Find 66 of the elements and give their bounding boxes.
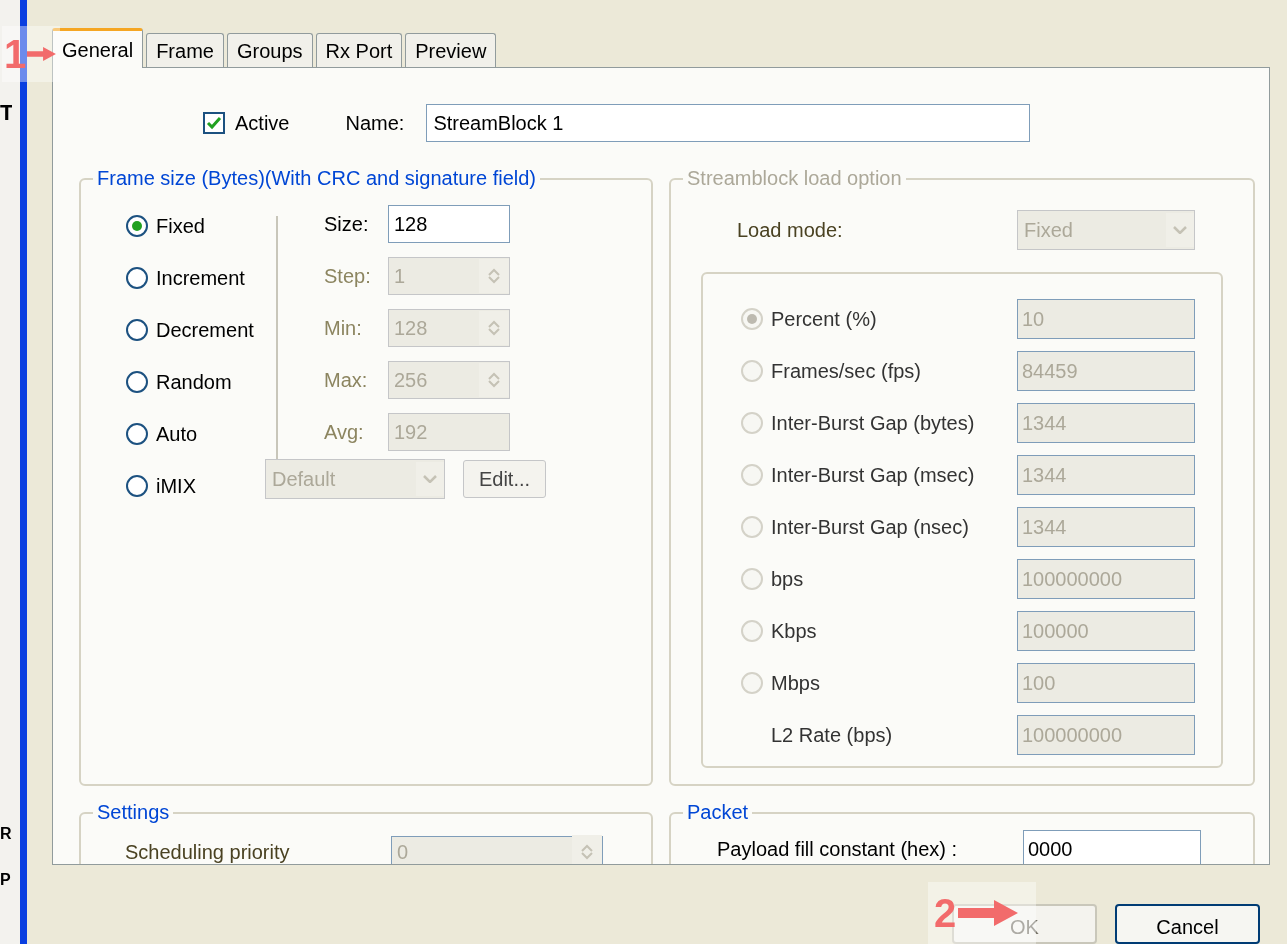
field-value: 100 xyxy=(1022,671,1056,697)
dropdown-value: Default xyxy=(271,467,337,493)
checkbox-label: Active xyxy=(235,111,290,137)
field-label: Min: xyxy=(324,316,363,342)
rate-field[interactable]: 100000000 xyxy=(1017,715,1195,756)
field-value: 128 xyxy=(393,212,429,238)
tab[interactable]: Frame xyxy=(146,33,224,68)
radio-label: bps xyxy=(771,567,804,593)
radio-label: Auto xyxy=(156,422,198,448)
tab[interactable]: Rx Port xyxy=(315,33,403,68)
field-label: Scheduling priority xyxy=(125,840,291,864)
radio-label: Frames/sec (fps) xyxy=(771,359,922,385)
rate-field[interactable]: 10 xyxy=(1017,299,1195,340)
radio-label: Inter-Burst Gap (bytes) xyxy=(771,411,975,437)
rate-field[interactable]: 100000 xyxy=(1017,611,1195,652)
radio-label: Inter-Burst Gap (msec) xyxy=(771,463,975,489)
edit-button[interactable]: Edit... xyxy=(463,460,546,499)
field-value: 128 xyxy=(393,316,429,342)
number-field[interactable]: 0 xyxy=(391,836,603,864)
field-value: 100000000 xyxy=(1022,723,1123,749)
radio-label: iMIX xyxy=(156,474,196,500)
field-value: 0 xyxy=(396,840,410,864)
tab[interactable]: General xyxy=(52,28,144,69)
field-label: Name: xyxy=(345,111,405,137)
tab[interactable]: Preview xyxy=(405,33,497,68)
tab[interactable]: Groups xyxy=(226,33,313,68)
field-label: Step: xyxy=(324,264,372,290)
rate-field[interactable]: 100000000 xyxy=(1017,559,1195,600)
rate-field[interactable]: 1344 xyxy=(1017,403,1195,444)
field-label: Payload fill constant (hex) : xyxy=(717,837,959,863)
field-value: 1344 xyxy=(1022,411,1067,437)
radio-label: Inter-Burst Gap (nsec) xyxy=(771,515,969,541)
load-mode-dropdown[interactable]: Fixed xyxy=(1017,210,1195,251)
dialog-button[interactable]: Cancel xyxy=(1115,904,1260,944)
field-label: Load mode: xyxy=(737,218,843,244)
radio-label: Mbps xyxy=(771,671,820,697)
imix-dropdown[interactable]: Default xyxy=(265,459,445,500)
radio-label: Fixed xyxy=(156,214,205,240)
radio-label: Random xyxy=(156,370,232,396)
number-field[interactable]: 128 xyxy=(388,205,510,244)
clipped-letter: P xyxy=(0,870,12,890)
field-label: Avg: xyxy=(324,420,365,446)
radio-label: Percent (%) xyxy=(771,307,877,333)
name-field[interactable]: StreamBlock 1 xyxy=(426,104,1031,143)
rate-field[interactable]: 84459 xyxy=(1017,351,1195,392)
radio-label: Increment xyxy=(156,266,245,292)
field-label: Size: xyxy=(324,212,370,238)
field-value: 100000 xyxy=(1022,619,1089,645)
radio-label: L2 Rate (bps) xyxy=(771,723,893,749)
field-value: 192 xyxy=(393,420,429,446)
field-value: 1 xyxy=(393,264,407,290)
field-value: 256 xyxy=(393,368,429,394)
field-label: Max: xyxy=(324,368,369,394)
field-value: 1344 xyxy=(1022,515,1067,541)
field-value: 84459 xyxy=(1022,359,1078,385)
radio-label: Kbps xyxy=(771,619,817,645)
field-value: 1344 xyxy=(1022,463,1067,489)
clipped-letter: R xyxy=(0,824,13,844)
dropdown-value: Fixed xyxy=(1023,218,1074,244)
radio-label: Decrement xyxy=(156,318,254,344)
field-value: 10 xyxy=(1022,307,1045,333)
rate-field[interactable]: 1344 xyxy=(1017,455,1195,496)
rate-field[interactable]: 1344 xyxy=(1017,507,1195,548)
rate-field[interactable]: 100 xyxy=(1017,663,1195,704)
payload-field[interactable]: 0000 xyxy=(1023,830,1201,864)
field-value: 100000000 xyxy=(1022,567,1123,593)
